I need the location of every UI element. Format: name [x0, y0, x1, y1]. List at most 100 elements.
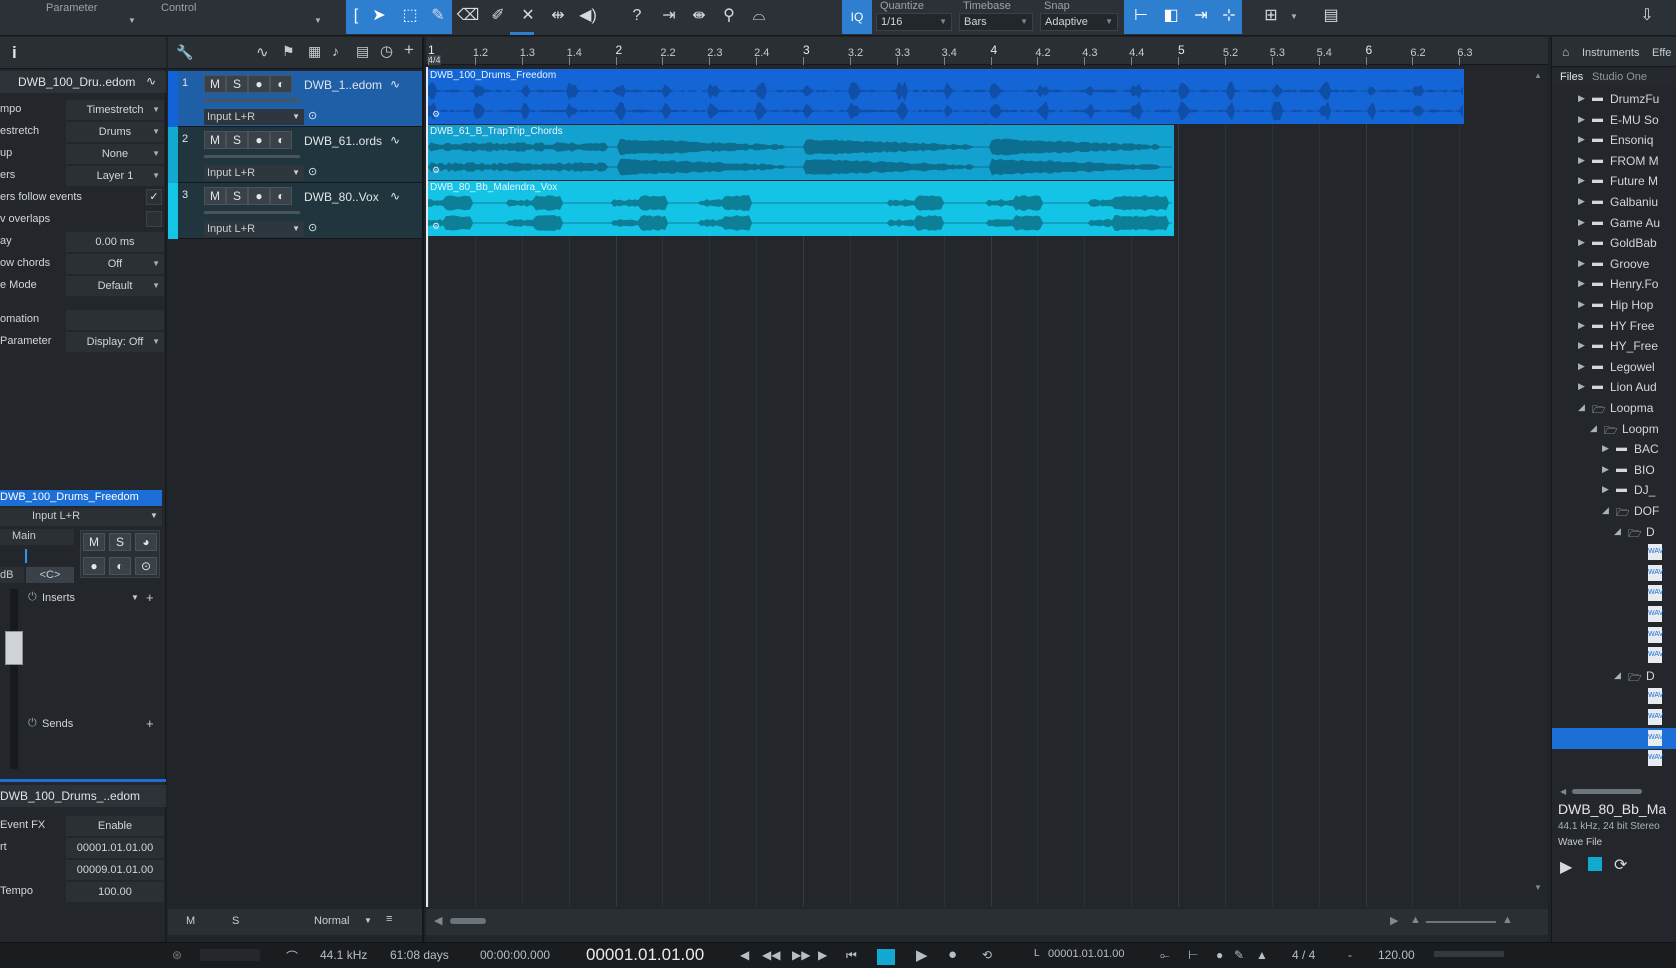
collapsed-arrow-icon[interactable]: ▶ [1578, 155, 1585, 166]
scroll-left-icon[interactable]: ◀ [434, 914, 442, 927]
film-icon[interactable]: ▤ [1318, 3, 1344, 29]
channel-record-icon[interactable]: ● [83, 557, 105, 575]
listen-tool-icon[interactable]: ◀) [575, 3, 601, 29]
preview-loop-icon[interactable]: ⟳ [1614, 855, 1627, 875]
channel-mute-button[interactable]: M [83, 533, 105, 551]
track-header[interactable]: 1 M S ● ◐ DWB_1..edom ∿ Input L+R ▼ ⊙ [168, 71, 422, 127]
expanded-arrow-icon[interactable]: ◢ [1614, 526, 1621, 537]
channel-input-select[interactable]: Input L+R ▼ [0, 508, 162, 526]
track-volume-slider[interactable] [204, 211, 300, 214]
precount-icon[interactable]: ⊢ [1188, 948, 1198, 962]
performance-icon[interactable]: ⊛ [172, 948, 182, 962]
browser-item[interactable]: ▶ ▬ FROM M [1552, 151, 1676, 172]
stop-button[interactable] [877, 949, 895, 965]
browser-item[interactable]: ▶ ▬ Game Au [1552, 213, 1676, 234]
scroll-down-icon[interactable]: ▼ [1534, 883, 1542, 892]
tab-files[interactable]: Files [1560, 71, 1583, 83]
overlaps-checkbox[interactable] [146, 211, 162, 227]
tab-instruments[interactable]: Instruments [1582, 47, 1639, 59]
browser-item[interactable]: WAV [1552, 542, 1676, 563]
add-insert-icon[interactable]: + [146, 590, 154, 605]
scroll-left-icon[interactable]: ◀ [1560, 787, 1566, 796]
browser-item[interactable]: ▶ ▬ HY_Free [1552, 336, 1676, 357]
event-row-value[interactable]: 100.00 [66, 882, 164, 902]
record-arm-icon[interactable]: ● [248, 187, 270, 205]
collapsed-arrow-icon[interactable]: ▶ [1578, 175, 1585, 186]
solo-button[interactable]: S [226, 131, 248, 149]
collapsed-arrow-icon[interactable]: ▶ [1578, 361, 1585, 372]
track-name[interactable]: DWB_80..Vox [304, 190, 379, 204]
track-header[interactable]: 3 M S ● ◐ DWB_80..Vox ∿ Input L+R ▼ ⊙ [168, 183, 422, 239]
chevron-down-icon[interactable]: ▼ [364, 916, 372, 925]
automation-icon[interactable]: ∿ [256, 43, 269, 61]
monitor-icon[interactable]: ◐ [270, 131, 292, 149]
collapsed-arrow-icon[interactable]: ▶ [1578, 196, 1585, 207]
channel-monitor-icon[interactable]: ◕ [135, 533, 157, 551]
inspector-row-value[interactable]: Timestretch ▼ [66, 100, 164, 120]
audio-clip[interactable]: DWB_61_B_TrapTrip_Chords ⚙ [428, 125, 1174, 180]
snap-to-grid-icon[interactable]: ⊢ [1128, 3, 1154, 29]
help-icon[interactable]: ? [624, 3, 650, 29]
zoom-out-icon[interactable]: ▲ [1410, 914, 1421, 926]
metronome-icon[interactable]: ▲ [1256, 948, 1268, 962]
event-row-value[interactable]: 00001.01.01.00 [66, 838, 164, 858]
zoom-icon[interactable]: ⚲ [716, 3, 742, 29]
groove-icon[interactable]: ⌓ [746, 3, 772, 29]
follow-events-checkbox[interactable]: ✓ [146, 189, 162, 205]
track-color-strip[interactable] [168, 71, 178, 127]
expanded-arrow-icon[interactable]: ◢ [1590, 423, 1597, 434]
play-button[interactable]: ▶ [916, 946, 928, 964]
monitor-icon[interactable]: ◐ [270, 75, 292, 93]
track-name[interactable]: DWB_61..ords [304, 134, 382, 148]
eraser-tool-icon[interactable]: ⌫ [455, 3, 481, 29]
track-volume-slider[interactable] [204, 155, 300, 158]
quantize-select[interactable]: 1/16 ▼ [876, 13, 952, 31]
monitor-link-icon[interactable]: ⊙ [308, 221, 317, 234]
global-mute-button[interactable]: M [186, 915, 195, 927]
metronome-dot-icon[interactable]: ● [1216, 948, 1223, 962]
inspector-row-value[interactable]: Off ▼ [66, 254, 164, 274]
pan-control[interactable]: <C> [26, 567, 74, 583]
zoom-in-icon[interactable]: ▲ [1502, 914, 1513, 926]
solo-button[interactable]: S [226, 187, 248, 205]
clip-settings-icon[interactable]: ⚙ [432, 165, 440, 176]
clock-icon[interactable]: ◷ [380, 42, 393, 60]
scroll-up-icon[interactable]: ▲ [1534, 71, 1542, 80]
browser-item[interactable]: WAV [1552, 727, 1676, 749]
monitor-link-icon[interactable]: ⊙ [308, 109, 317, 122]
track-header[interactable]: 2 M S ● ◐ DWB_61..ords ∿ Input L+R ▼ ⊙ [168, 127, 422, 183]
volume-fader-handle[interactable] [5, 631, 23, 665]
playhead[interactable] [426, 67, 428, 907]
audio-clip[interactable]: DWB_100_Drums_Freedom ⚙ [428, 69, 1464, 124]
browser-item[interactable]: ▶ ▬ GoldBab [1552, 233, 1676, 254]
track-volume-slider[interactable] [204, 99, 300, 102]
preview-stop-icon[interactable] [1588, 857, 1602, 871]
browser-item[interactable]: ◢ 🗁 D [1552, 522, 1676, 543]
range-tool-icon[interactable]: ⬚ [397, 3, 423, 29]
browser-item[interactable]: ◢ 🗁 Loopm [1552, 419, 1676, 440]
browser-item[interactable]: WAV [1552, 748, 1676, 769]
iq-button[interactable]: IQ [842, 0, 872, 34]
browser-item[interactable]: WAV [1552, 583, 1676, 604]
browser-item[interactable]: ▶ ▬ Hip Hop [1552, 295, 1676, 316]
loop-start-icon[interactable]: ⏮ [846, 948, 857, 963]
inspector-row-value[interactable] [66, 310, 164, 330]
layout-dropdown-arrow[interactable]: ▼ [1290, 12, 1298, 21]
arrow-tool-icon[interactable]: ➤ [366, 3, 392, 29]
collapse-icon[interactable]: ⇩ [1634, 3, 1660, 29]
monitor-icon[interactable]: ◐ [270, 187, 292, 205]
wrench-icon[interactable]: 🔧 [176, 44, 193, 61]
channel-output-select[interactable]: Main [0, 529, 74, 545]
expanded-arrow-icon[interactable]: ◢ [1614, 670, 1621, 681]
browser-item[interactable]: ▶ ▬ DrumzFu [1552, 89, 1676, 110]
track-color-strip[interactable] [168, 183, 178, 239]
channel-name-bar[interactable]: DWB_100_Drums_Freedom [0, 490, 162, 506]
timeline-ruler[interactable]: 4/4 1 1.2 1.3 1.4 2 2.2 2.3 2.4 3 3.2 3.3 3.4 4 4.2 4.… [426, 37, 1548, 65]
collapsed-arrow-icon[interactable]: ▶ [1602, 443, 1609, 454]
bend-tool-icon[interactable]: ⇹ [545, 3, 571, 29]
track-mode-select[interactable]: Normal [314, 915, 349, 927]
timebase-select[interactable]: Bars ▼ [959, 13, 1033, 31]
chord-track-icon[interactable]: ♪ [332, 43, 339, 59]
expanded-arrow-icon[interactable]: ◢ [1578, 402, 1585, 413]
snap-select[interactable]: Adaptive ▼ [1040, 13, 1118, 31]
